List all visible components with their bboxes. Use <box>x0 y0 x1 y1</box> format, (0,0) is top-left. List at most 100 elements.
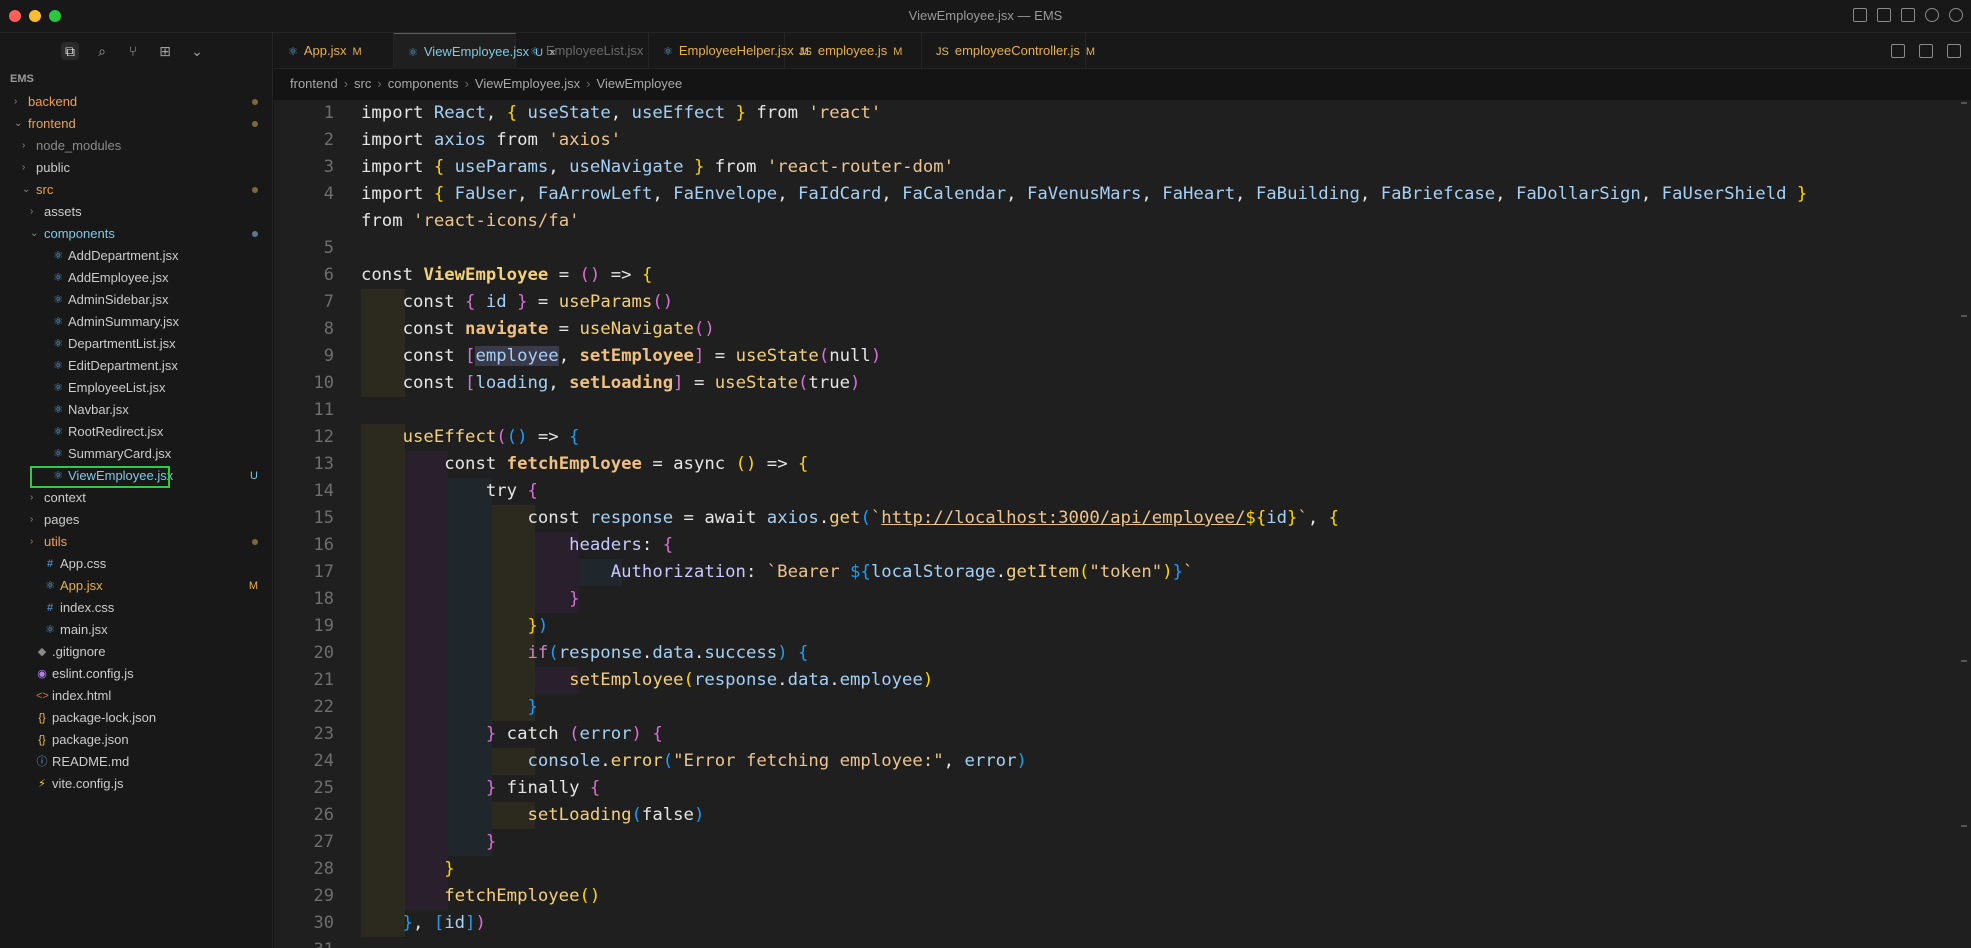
code-line[interactable]: const ViewEmployee = () => { <box>361 262 1961 289</box>
breadcrumb-item[interactable]: frontend <box>290 76 338 91</box>
code-line[interactable] <box>361 937 1961 948</box>
source-control-icon[interactable]: ⑂ <box>124 42 142 60</box>
tree-file[interactable]: ◆ .gitignore <box>0 641 273 663</box>
chevron-right-icon[interactable]: › <box>14 91 24 113</box>
toggle-secondary-sidebar-icon[interactable] <box>1901 8 1915 22</box>
tree-file[interactable]: ⚛ main.jsx <box>0 619 273 641</box>
code-line[interactable]: try { <box>361 478 1961 505</box>
tree-file[interactable]: ◉ eslint.config.js <box>0 663 273 685</box>
code-line[interactable]: from 'react-icons/fa' <box>361 208 1961 235</box>
settings-gear-icon[interactable] <box>1949 8 1963 22</box>
code-line[interactable]: const [loading, setLoading] = useState(t… <box>361 370 1961 397</box>
split-editor-icon[interactable] <box>1919 44 1933 58</box>
breadcrumb-item[interactable]: src <box>354 76 371 91</box>
code-line[interactable]: const { id } = useParams() <box>361 289 1961 316</box>
code-line[interactable]: const response = await axios.get(`http:/… <box>361 505 1961 532</box>
tree-file[interactable]: ⚛ AdminSidebar.jsx <box>0 289 273 311</box>
chevron-down-icon[interactable]: ⌄ <box>30 223 40 245</box>
code-line[interactable]: }) <box>361 613 1961 640</box>
explorer-icon[interactable]: ⧉ <box>61 42 79 60</box>
compare-changes-icon[interactable] <box>1891 44 1905 58</box>
tree-file[interactable]: ⚛ RootRedirect.jsx <box>0 421 273 443</box>
code-line[interactable]: const fetchEmployee = async () => { <box>361 451 1961 478</box>
more-actions-icon[interactable] <box>1947 44 1961 58</box>
code-area[interactable]: import React, { useState, useEffect } fr… <box>361 100 1961 948</box>
code-line[interactable]: }, [id]) <box>361 910 1961 937</box>
project-header[interactable]: EMS <box>10 73 34 85</box>
code-line[interactable] <box>361 235 1961 262</box>
code-line[interactable]: import axios from 'axios' <box>361 127 1961 154</box>
code-line[interactable]: useEffect(() => { <box>361 424 1961 451</box>
code-line[interactable]: const [employee, setEmployee] = useState… <box>361 343 1961 370</box>
search-icon[interactable]: ⌕ <box>93 42 111 60</box>
code-line[interactable]: fetchEmployee() <box>361 883 1961 910</box>
breadcrumb-item[interactable]: components <box>388 76 459 91</box>
code-line[interactable]: import React, { useState, useEffect } fr… <box>361 100 1961 127</box>
tree-file[interactable]: {} package-lock.json <box>0 707 273 729</box>
tree-file[interactable]: ⚡ vite.config.js <box>0 773 273 795</box>
chevron-right-icon[interactable]: › <box>30 531 40 553</box>
code-line[interactable]: } <box>361 586 1961 613</box>
tree-file[interactable]: {} package.json <box>0 729 273 751</box>
chevron-down-icon[interactable]: ⌄ <box>188 42 206 60</box>
chevron-right-icon[interactable]: › <box>22 135 32 157</box>
code-line[interactable]: } <box>361 694 1961 721</box>
tree-file[interactable]: ⚛ AdminSummary.jsx <box>0 311 273 333</box>
editor-tab[interactable]: ⚛ ViewEmployee.jsx U × <box>394 33 556 69</box>
code-line[interactable] <box>361 397 1961 424</box>
toggle-sidebar-icon[interactable] <box>1853 8 1867 22</box>
code-line[interactable]: console.error("Error fetching employee:"… <box>361 748 1961 775</box>
toggle-panel-icon[interactable] <box>1877 8 1891 22</box>
tree-folder[interactable]: › assets <box>0 201 273 223</box>
chevron-down-icon[interactable]: ⌄ <box>14 113 24 135</box>
tree-folder[interactable]: › pages <box>0 509 273 531</box>
breadcrumb-item[interactable]: ViewEmployee <box>597 76 683 91</box>
editor-tab[interactable]: JS employeeController.js M <box>922 33 1095 69</box>
code-line[interactable]: import { useParams, useNavigate } from '… <box>361 154 1961 181</box>
chevron-right-icon[interactable]: › <box>22 157 32 179</box>
tree-file[interactable]: ⚛ Navbar.jsx <box>0 399 273 421</box>
breadcrumb-item[interactable]: ViewEmployee.jsx <box>475 76 580 91</box>
code-editor[interactable]: 1 2 3 4 5 6 7 8 9 10 11 12 13 14 15 16 17 18 19 20 21 22 23 24 2… <box>274 100 1971 948</box>
chevron-right-icon[interactable]: › <box>30 201 40 223</box>
tree-file[interactable]: <> index.html <box>0 685 273 707</box>
tree-file[interactable]: ⚛ AddDepartment.jsx <box>0 245 273 267</box>
editor-tab[interactable]: ⚛ EmployeeHelper.jsx M <box>649 33 809 69</box>
code-line[interactable]: if(response.data.success) { <box>361 640 1961 667</box>
close-tab-icon[interactable]: × <box>549 47 555 59</box>
tree-folder[interactable]: › public <box>0 157 273 179</box>
tree-folder[interactable]: › utils <box>0 531 273 553</box>
tree-file[interactable]: ⚛ App.jsx M <box>0 575 273 597</box>
tree-file[interactable]: ⚛ ViewEmployee.jsx U <box>0 465 273 488</box>
chevron-down-icon[interactable]: ⌄ <box>22 179 32 201</box>
tree-file[interactable]: ⚛ EmployeeList.jsx <box>0 377 273 399</box>
code-line[interactable]: import { FaUser, FaArrowLeft, FaEnvelope… <box>361 181 1961 208</box>
tree-file[interactable]: ⓘ README.md <box>0 751 273 773</box>
code-line[interactable]: } catch (error) { <box>361 721 1961 748</box>
code-line[interactable]: const navigate = useNavigate() <box>361 316 1961 343</box>
code-line[interactable]: } <box>361 856 1961 883</box>
tree-folder[interactable]: › backend <box>0 91 273 113</box>
extensions-grid-icon[interactable]: ⊞ <box>156 42 174 60</box>
code-line[interactable]: } <box>361 829 1961 856</box>
tree-folder[interactable]: › context <box>0 487 273 509</box>
tree-folder[interactable]: ⌄ frontend <box>0 113 273 135</box>
tree-file[interactable]: ⚛ DepartmentList.jsx <box>0 333 273 355</box>
tree-file[interactable]: ⚛ SummaryCard.jsx <box>0 443 273 465</box>
tree-folder[interactable]: ⌄ components <box>0 223 273 245</box>
code-line[interactable]: } finally { <box>361 775 1961 802</box>
code-line[interactable]: setLoading(false) <box>361 802 1961 829</box>
tree-folder[interactable]: ⌄ src <box>0 179 273 201</box>
code-line[interactable]: Authorization: `Bearer ${localStorage.ge… <box>361 559 1961 586</box>
tree-file[interactable]: # App.css <box>0 553 273 575</box>
code-line[interactable]: headers: { <box>361 532 1961 559</box>
tree-file[interactable]: # index.css <box>0 597 273 619</box>
chevron-right-icon[interactable]: › <box>30 487 40 509</box>
tree-file[interactable]: ⚛ EditDepartment.jsx <box>0 355 273 377</box>
tree-file[interactable]: ⚛ AddEmployee.jsx <box>0 267 273 289</box>
code-line[interactable]: setEmployee(response.data.employee) <box>361 667 1961 694</box>
editor-tab[interactable]: ⚛ App.jsx M <box>274 33 394 69</box>
chevron-right-icon[interactable]: › <box>30 509 40 531</box>
extensions-icon[interactable] <box>1925 8 1939 22</box>
tree-folder[interactable]: › node_modules <box>0 135 273 157</box>
